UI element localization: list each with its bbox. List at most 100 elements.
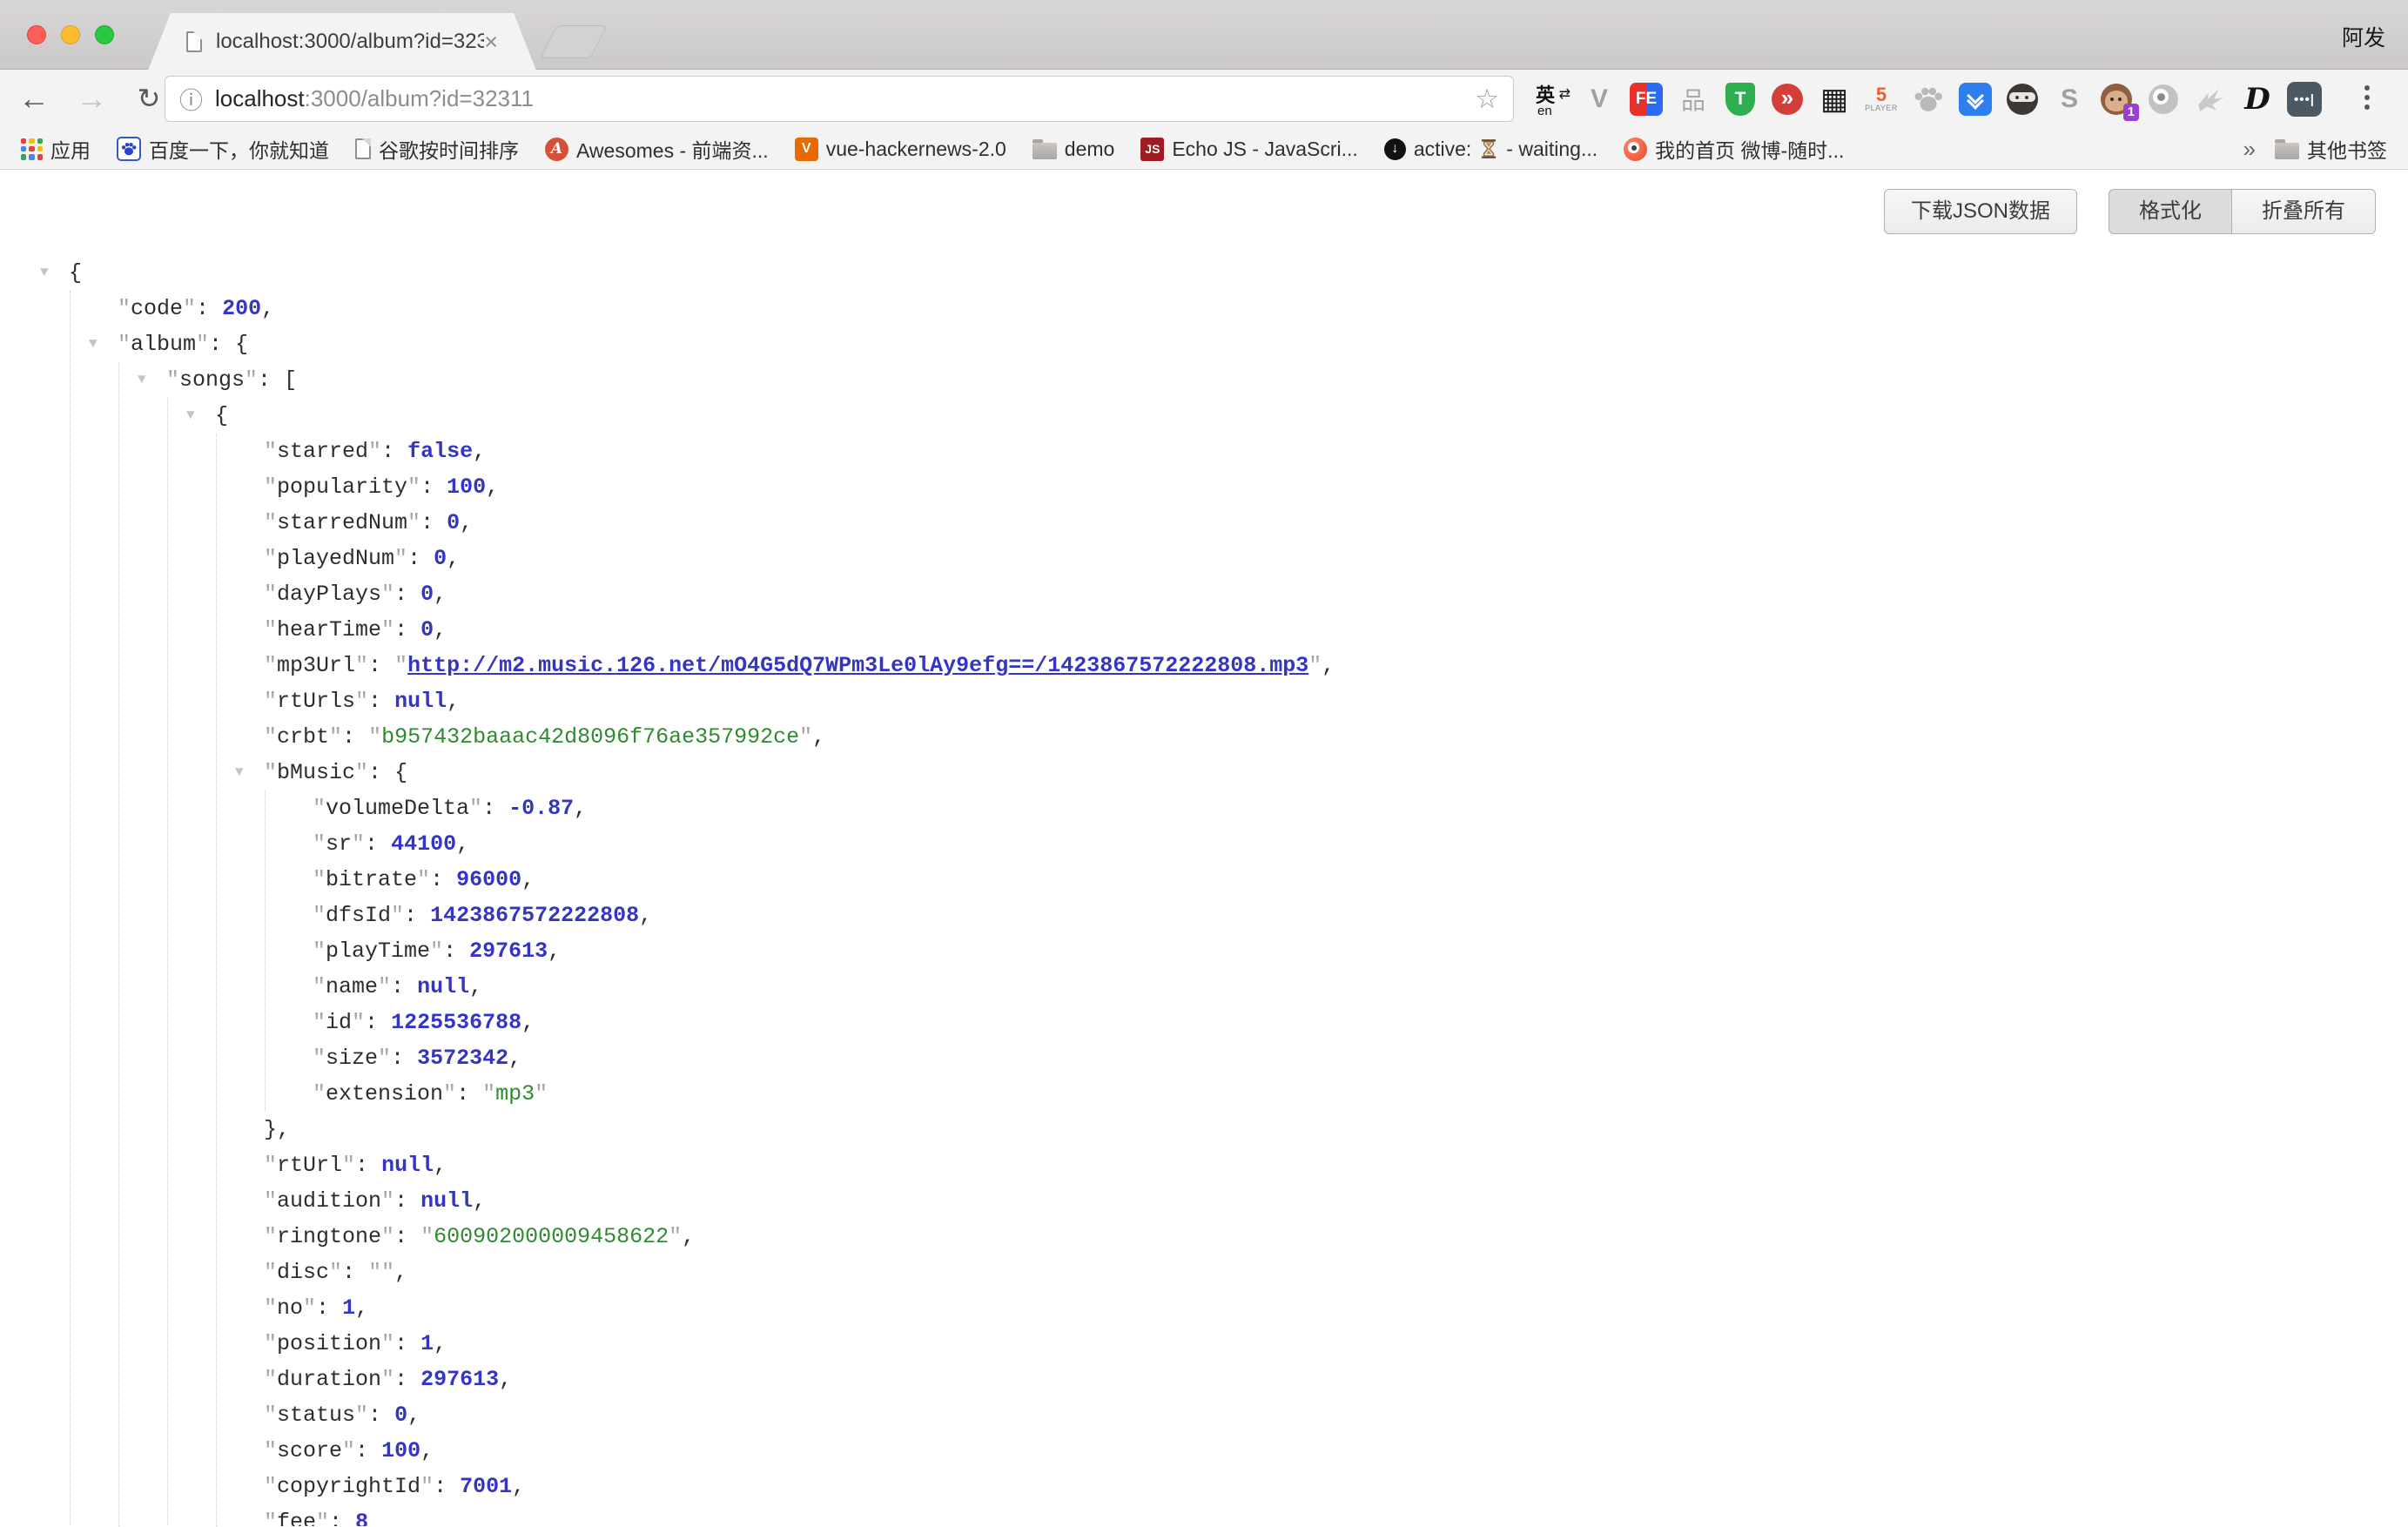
- json-value: 0: [394, 1403, 407, 1428]
- bookmark-awesomes[interactable]: A Awesomes - 前端资...: [545, 134, 769, 164]
- json-key: rtUrl: [277, 1153, 342, 1178]
- forward-icon[interactable]: →: [70, 77, 113, 120]
- extensions-row: 英⇄en V FE 品 T » ▦ 5 PLAYER: [1535, 79, 2322, 119]
- json-line: "sr": 44100,: [313, 826, 2408, 862]
- json-line: "score": 100,: [264, 1433, 2408, 1469]
- json-value: null: [394, 689, 447, 714]
- vue-devtools-extension-icon[interactable]: V: [1582, 79, 1617, 119]
- qrcode-extension-icon[interactable]: ▦: [1817, 79, 1852, 119]
- json-line: "disc": "",: [264, 1255, 2408, 1290]
- json-line: "duration": 297613,: [264, 1362, 2408, 1397]
- html5-player-extension-icon[interactable]: 5 PLAYER: [1864, 79, 1899, 119]
- collapse-triangle-icon[interactable]: ▼: [89, 326, 98, 362]
- bookmark-google-sort[interactable]: 谷歌按时间排序: [355, 134, 519, 164]
- shield-extension-icon[interactable]: T: [1723, 79, 1758, 119]
- json-value: 297613: [420, 1367, 499, 1392]
- json-value: 1: [342, 1295, 355, 1321]
- json-value: 0: [447, 510, 460, 535]
- fe-extension-icon[interactable]: FE: [1629, 79, 1664, 119]
- page-info-icon[interactable]: ⓘ: [179, 82, 203, 116]
- json-line: "code": 200,: [118, 291, 2408, 326]
- vue-icon: V: [795, 138, 818, 161]
- json-line: "size": 3572342,: [313, 1040, 2408, 1076]
- json-value: 3572342: [417, 1046, 508, 1071]
- json-line: ▼"bMusic": {: [264, 755, 2408, 790]
- json-value: 7001: [460, 1474, 512, 1499]
- json-key: popularity: [277, 474, 407, 500]
- s-extension-icon[interactable]: S: [2052, 79, 2087, 119]
- json-key: audition: [277, 1188, 381, 1214]
- collapse-triangle-icon[interactable]: ▼: [186, 398, 195, 434]
- collapse-all-button[interactable]: 折叠所有: [2232, 189, 2376, 234]
- json-key: code: [131, 296, 183, 321]
- json-children: ▼"songs": [▼{"starred": false,"popularit…: [118, 362, 2408, 1526]
- json-line: "rtUrl": null,: [264, 1147, 2408, 1183]
- json-line: "copyrightId": 7001,: [264, 1469, 2408, 1504]
- minimize-window-button[interactable]: [61, 25, 80, 44]
- fast-forward-extension-icon[interactable]: »: [1770, 79, 1805, 119]
- collapse-triangle-icon[interactable]: ▼: [40, 255, 49, 291]
- bookmark-label: Echo JS - JavaScri...: [1172, 138, 1357, 161]
- back-icon[interactable]: ←: [12, 77, 56, 120]
- bookmark-baidu[interactable]: 百度一下，你就知道: [117, 134, 329, 164]
- translate-extension-icon[interactable]: 英⇄en: [1535, 79, 1570, 119]
- bookmark-apps[interactable]: 应用: [21, 134, 91, 164]
- bookmark-weibo[interactable]: 我的首页 微博-随时...: [1624, 134, 1844, 164]
- url-host: localhost: [215, 85, 305, 111]
- chrome-menu-icon[interactable]: [2364, 85, 2370, 91]
- mp3-url-link[interactable]: http://m2.music.126.net/mO4G5dQ7WPm3Le0l…: [407, 653, 1308, 678]
- json-value: false: [407, 439, 473, 464]
- json-line: "starredNum": 0,: [264, 505, 2408, 541]
- password-extension-icon[interactable]: •••|: [2287, 79, 2322, 119]
- json-line: "fee": 8: [264, 1504, 2408, 1526]
- json-value: 0: [420, 582, 434, 607]
- bookmark-echojs[interactable]: JS Echo JS - JavaScri...: [1140, 138, 1357, 161]
- bookmark-active[interactable]: ↓ active: - waiting...: [1384, 138, 1597, 161]
- format-button[interactable]: 格式化: [2109, 189, 2232, 234]
- bookmark-other-folder[interactable]: 其他书签: [2275, 134, 2387, 164]
- ninja-extension-icon[interactable]: [2005, 79, 2040, 119]
- paw-extension-icon[interactable]: [1911, 79, 1946, 119]
- url-text[interactable]: localhost:3000/album?id=32311: [215, 85, 534, 112]
- sitemap-extension-icon[interactable]: 品: [1676, 79, 1711, 119]
- download-json-button[interactable]: 下载JSON数据: [1884, 189, 2077, 234]
- weibo-eye-extension-icon[interactable]: [2146, 79, 2181, 119]
- bookmark-star-icon[interactable]: ☆: [1475, 84, 1499, 115]
- json-key: duration: [277, 1367, 381, 1392]
- close-window-button[interactable]: [27, 25, 46, 44]
- json-key: crbt: [277, 724, 329, 750]
- d-extension-icon[interactable]: D: [2240, 79, 2275, 119]
- profile-name[interactable]: 阿发: [2342, 21, 2385, 52]
- monkey-extension-icon[interactable]: 1: [2099, 79, 2134, 119]
- json-viewer: ▼{"code": 200,▼"album": {▼"songs": [▼{"s…: [0, 170, 2408, 1526]
- browser-tab[interactable]: localhost:3000/album?id=323 ×: [148, 13, 536, 71]
- json-line: "status": 0,: [264, 1397, 2408, 1433]
- address-bar[interactable]: ⓘ localhost:3000/album?id=32311 ☆: [165, 76, 1514, 122]
- json-actions: 下载JSON数据 格式化 折叠所有: [1884, 189, 2376, 234]
- json-line: "popularity": 100,: [264, 469, 2408, 505]
- weibo-icon: [1624, 138, 1647, 161]
- json-key: rtUrls: [277, 689, 355, 714]
- json-key: position: [277, 1331, 381, 1356]
- zoom-window-button[interactable]: [95, 25, 114, 44]
- bookmark-demo-folder[interactable]: demo: [1032, 138, 1115, 161]
- json-line: "position": 1,: [264, 1326, 2408, 1362]
- json-key: no: [277, 1295, 303, 1321]
- bird-extension-icon[interactable]: [2193, 79, 2228, 119]
- bookmark-label: vue-hackernews-2.0: [826, 138, 1006, 161]
- bookmark-vue-hackernews[interactable]: V vue-hackernews-2.0: [795, 138, 1006, 161]
- json-string-value: b957432baaac42d8096f76ae357992ce: [381, 724, 799, 750]
- json-value: 1: [420, 1331, 434, 1356]
- collapse-triangle-icon[interactable]: ▼: [235, 755, 244, 790]
- json-value: 297613: [469, 938, 548, 964]
- tab-close-icon[interactable]: ×: [484, 30, 498, 54]
- url-path: :3000/album?id=32311: [305, 85, 534, 111]
- chevrons-extension-icon[interactable]: [1958, 79, 1993, 119]
- json-key: status: [277, 1403, 355, 1428]
- json-value: null: [417, 974, 469, 999]
- new-tab-button[interactable]: [540, 25, 607, 58]
- collapse-triangle-icon[interactable]: ▼: [138, 362, 146, 398]
- bookmarks-overflow-icon[interactable]: »: [2243, 136, 2256, 163]
- bookmark-label: 其他书签: [2307, 134, 2387, 164]
- json-value: 0: [434, 546, 447, 571]
